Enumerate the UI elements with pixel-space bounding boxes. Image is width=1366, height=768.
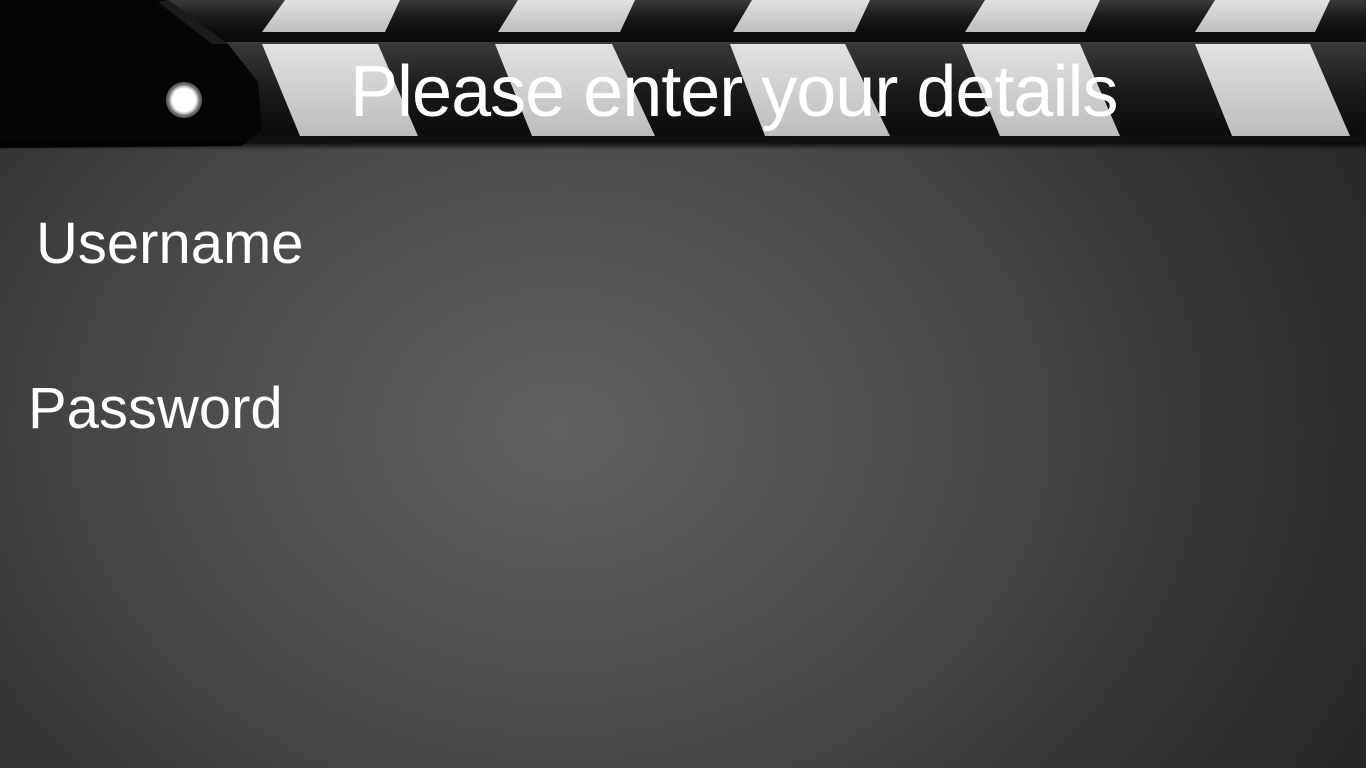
hinge-pin-icon bbox=[166, 82, 202, 118]
password-label: Password bbox=[28, 376, 283, 441]
page-title: Please enter your details bbox=[350, 52, 1118, 132]
login-screen: Please enter your details Username Passw… bbox=[0, 0, 1366, 768]
username-label: Username bbox=[36, 211, 304, 276]
